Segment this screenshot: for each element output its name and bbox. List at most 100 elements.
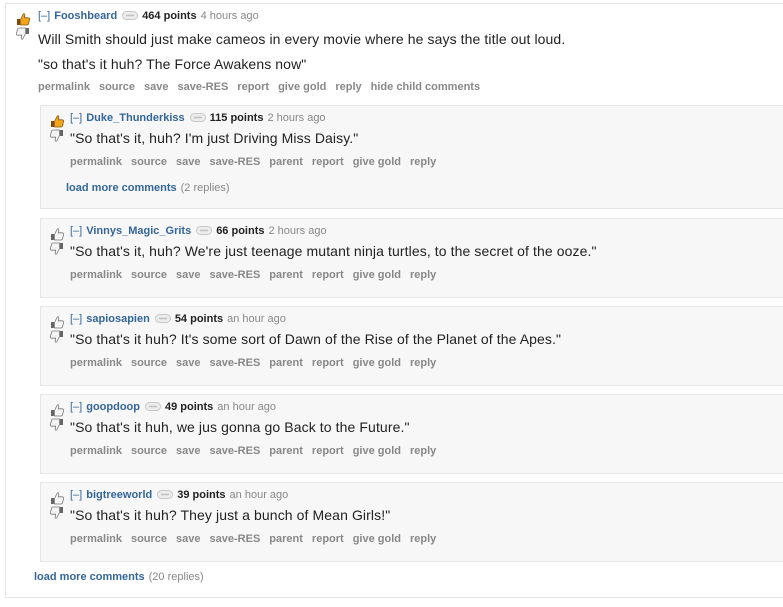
report-button[interactable]: report — [312, 533, 344, 545]
report-button[interactable]: report — [312, 445, 344, 457]
source-button[interactable]: source — [131, 269, 167, 281]
save-button[interactable]: save — [176, 269, 200, 281]
collapse-toggle[interactable]: [–] — [70, 112, 82, 124]
save-res-button[interactable]: save-RES — [210, 533, 261, 545]
reply-button[interactable]: reply — [410, 445, 436, 457]
user-tag-icon[interactable] — [157, 490, 173, 499]
thumbs-down-icon[interactable] — [49, 242, 65, 256]
permalink-button[interactable]: permalink — [70, 269, 122, 281]
source-button[interactable]: source — [131, 445, 167, 457]
reply-button[interactable]: reply — [410, 357, 436, 369]
child-comment: [–] sapiosapien 54 points an hour ago "So t… — [40, 306, 783, 386]
comment-score: 39 points — [177, 489, 226, 501]
comment-score: 66 points — [216, 225, 265, 237]
give-gold-button[interactable]: give gold — [353, 269, 401, 281]
report-button[interactable]: report — [237, 81, 269, 93]
report-button[interactable]: report — [312, 357, 344, 369]
user-tag-icon[interactable] — [145, 402, 161, 411]
report-button[interactable]: report — [312, 156, 344, 168]
save-res-button[interactable]: save-RES — [210, 357, 261, 369]
thumbs-up-outline-icon[interactable] — [49, 227, 65, 241]
comment-score: 54 points — [174, 313, 224, 325]
author-link[interactable]: sapiosapien — [86, 313, 150, 325]
collapse-toggle[interactable]: [–] — [70, 313, 82, 325]
reply-button[interactable]: reply — [335, 81, 361, 93]
give-gold-button[interactable]: give gold — [353, 445, 401, 457]
comment-buttons: permalink source save save-RES parent report g… — [70, 533, 445, 545]
thumbs-down-icon[interactable] — [49, 418, 65, 432]
save-res-button[interactable]: save-RES — [210, 445, 261, 457]
parent-button[interactable]: parent — [269, 533, 303, 545]
permalink-button[interactable]: permalink — [70, 156, 122, 168]
reply-button[interactable]: reply — [410, 269, 436, 281]
source-button[interactable]: source — [99, 81, 135, 93]
thumbs-up-outline-icon[interactable] — [49, 403, 65, 417]
replies-count: (2 replies) — [180, 182, 230, 194]
user-tag-icon[interactable] — [122, 11, 138, 20]
permalink-button[interactable]: permalink — [70, 357, 122, 369]
collapse-toggle[interactable]: [–] — [38, 10, 50, 22]
thumbs-down-icon[interactable] — [49, 330, 65, 344]
collapse-toggle[interactable]: [–] — [70, 401, 82, 413]
reply-button[interactable]: reply — [410, 156, 436, 168]
source-button[interactable]: source — [131, 357, 167, 369]
user-tag-icon[interactable] — [190, 113, 206, 122]
reply-button[interactable]: reply — [410, 533, 436, 545]
report-button[interactable]: report — [312, 269, 344, 281]
give-gold-button[interactable]: give gold — [353, 156, 401, 168]
child-comment: [–] Duke_Thunderkiss 115 points 2 hours ago… — [40, 105, 783, 209]
author-link[interactable]: Vinnys_Magic_Grits — [86, 225, 191, 237]
comment-tagline: [–] Vinnys_Magic_Grits 66 points 2 hours ag… — [70, 225, 327, 237]
comment-body: "So that's it huh? It's some sort of Daw… — [70, 331, 562, 347]
comment-time: an hour ago — [229, 489, 289, 501]
permalink-button[interactable]: permalink — [38, 81, 90, 93]
collapse-toggle[interactable]: [–] — [70, 489, 82, 501]
thumbs-down-icon[interactable] — [49, 129, 65, 143]
author-link[interactable]: Fooshbeard — [54, 10, 117, 22]
load-more-link[interactable]: load more comments — [66, 182, 177, 194]
thumbs-down-icon[interactable] — [49, 506, 65, 520]
collapse-toggle[interactable]: [–] — [70, 225, 82, 237]
thumbs-up-icon[interactable] — [49, 114, 65, 128]
comment-tagline: [–] Fooshbeard 464 points 4 hours ago — [38, 10, 259, 22]
give-gold-button[interactable]: give gold — [353, 357, 401, 369]
parent-button[interactable]: parent — [269, 445, 303, 457]
comment-time: 4 hours ago — [200, 10, 259, 22]
permalink-button[interactable]: permalink — [70, 533, 122, 545]
save-button[interactable]: save — [176, 445, 200, 457]
comment-score: 49 points — [165, 401, 214, 413]
give-gold-button[interactable]: give gold — [278, 81, 326, 93]
thumbs-up-outline-icon[interactable] — [49, 491, 65, 505]
save-res-button[interactable]: save-RES — [178, 81, 229, 93]
parent-button[interactable]: parent — [269, 357, 303, 369]
thumbs-down-icon[interactable] — [15, 27, 31, 41]
save-button[interactable]: save — [176, 357, 200, 369]
comment-thread: [–] Fooshbeard 464 points 4 hours ago Will … — [5, 3, 783, 598]
hide-child-comments-button[interactable]: hide child comments — [371, 81, 480, 93]
source-button[interactable]: source — [131, 533, 167, 545]
comment-tagline: [–] goopdoop 49 points an hour ago — [70, 401, 276, 413]
save-button[interactable]: save — [176, 533, 200, 545]
user-tag-icon[interactable] — [155, 314, 171, 323]
thumbs-up-outline-icon[interactable] — [49, 315, 65, 329]
comment-time: an hour ago — [217, 401, 277, 413]
permalink-button[interactable]: permalink — [70, 445, 122, 457]
child-comment: [–] goopdoop 49 points an hour ago "So that… — [40, 394, 783, 474]
thumbs-up-icon[interactable] — [15, 12, 31, 26]
parent-button[interactable]: parent — [269, 156, 303, 168]
child-comment: [–] bigtreeworld 39 points an hour ago "So … — [40, 482, 783, 562]
parent-button[interactable]: parent — [269, 269, 303, 281]
user-tag-icon[interactable] — [196, 226, 212, 235]
save-res-button[interactable]: save-RES — [210, 156, 261, 168]
comment-tagline: [–] sapiosapien 54 points an hour ago — [70, 313, 286, 325]
save-button[interactable]: save — [176, 156, 200, 168]
source-button[interactable]: source — [131, 156, 167, 168]
save-res-button[interactable]: save-RES — [210, 269, 261, 281]
author-link[interactable]: bigtreeworld — [86, 489, 152, 501]
author-link[interactable]: Duke_Thunderkiss — [86, 112, 184, 124]
comment-buttons: permalink source save save-RES parent report g… — [70, 445, 445, 457]
load-more-link[interactable]: load more comments — [34, 571, 145, 583]
give-gold-button[interactable]: give gold — [353, 533, 401, 545]
save-button[interactable]: save — [144, 81, 168, 93]
author-link[interactable]: goopdoop — [86, 401, 140, 413]
